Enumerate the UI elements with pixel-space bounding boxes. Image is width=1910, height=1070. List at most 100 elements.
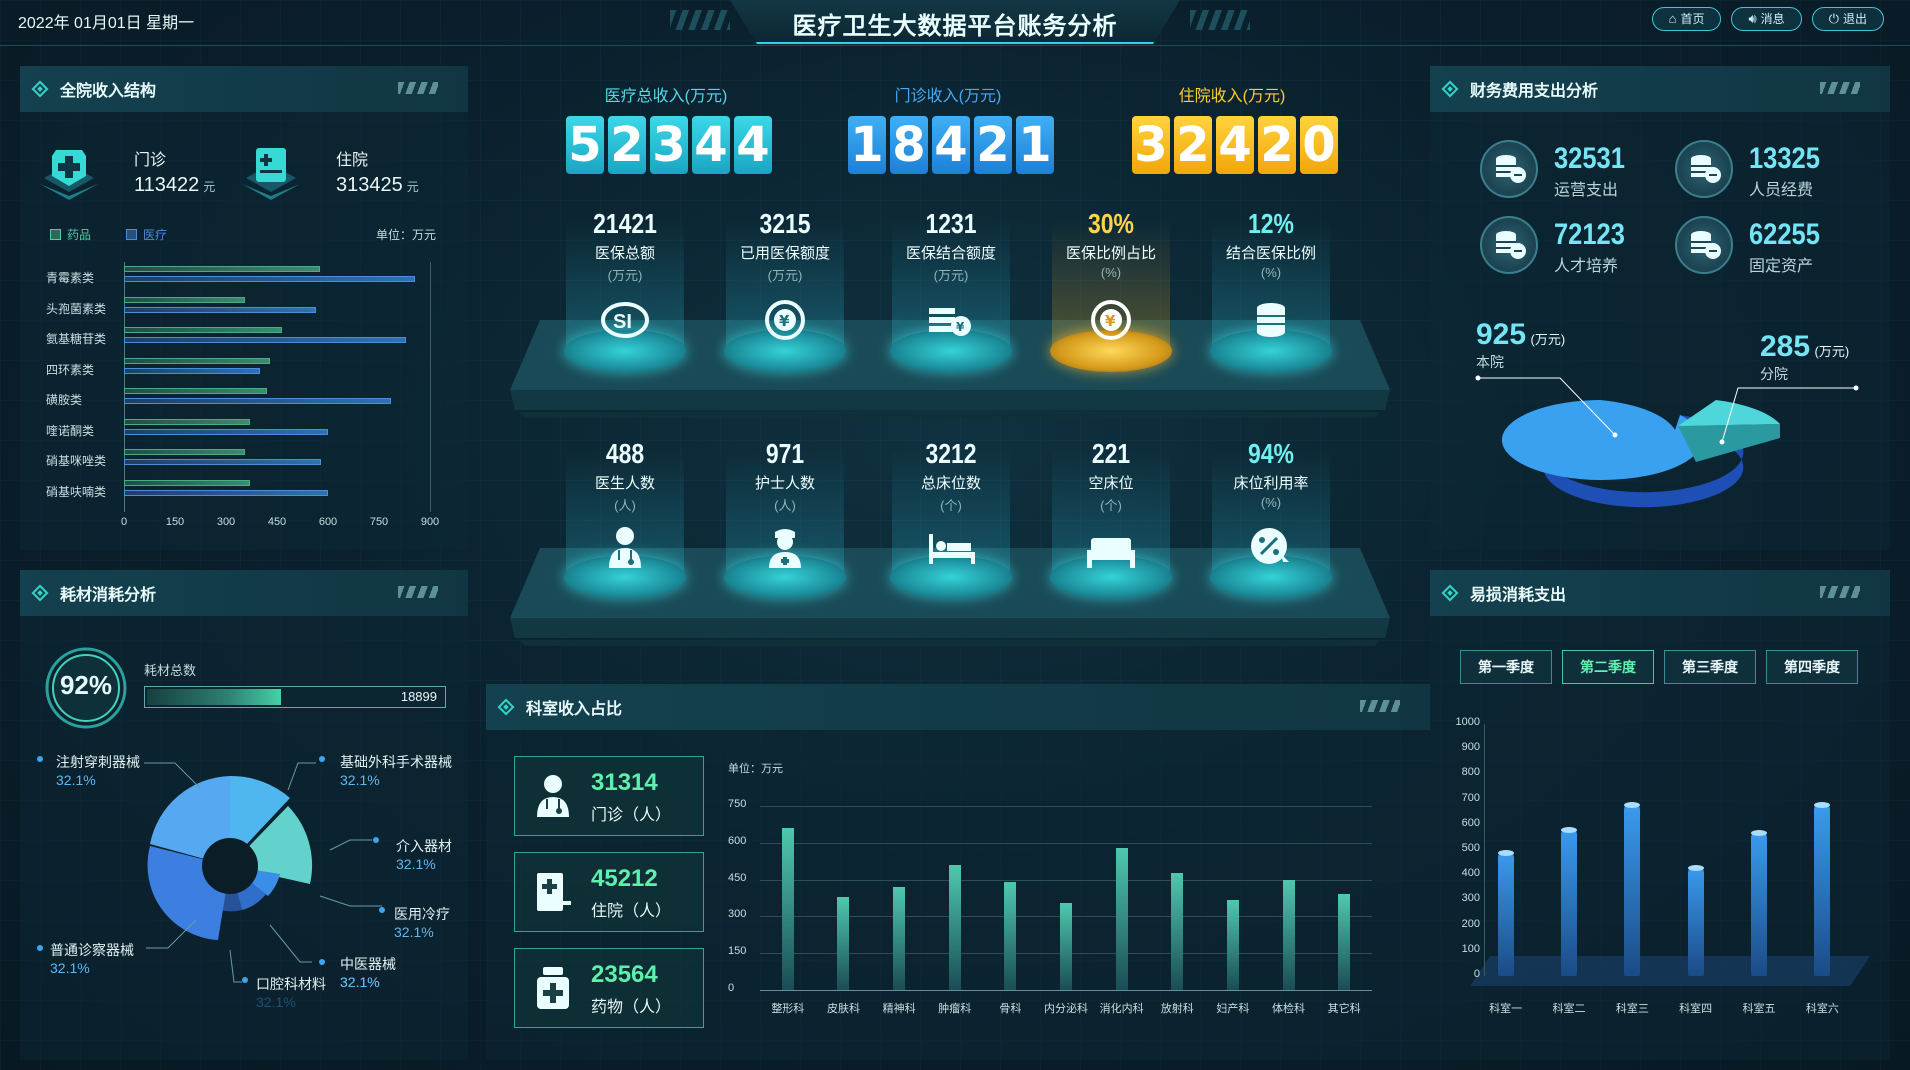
finance-title: 财务费用支出分析 bbox=[1430, 66, 1890, 112]
x-tick-label: 肿瘤科 bbox=[938, 1003, 972, 1015]
category-label: 喹诺酮类 bbox=[46, 423, 95, 438]
y-tick-label: 600 bbox=[1461, 816, 1480, 829]
logout-button[interactable]: ⏻ 退出 bbox=[1811, 7, 1884, 31]
tab-quarter-1[interactable]: 第一季度 bbox=[1460, 650, 1552, 684]
message-button[interactable]: 🔊︎ 消息 bbox=[1731, 7, 1802, 31]
empty-bed-icon bbox=[1087, 538, 1135, 568]
dept-card-label: 药物（人） bbox=[591, 999, 672, 1016]
stat-unit: (个) bbox=[940, 498, 962, 513]
slice-name: 口腔科材料 bbox=[256, 976, 326, 992]
slice-name: 普通诊察器械 bbox=[50, 942, 134, 958]
dept-bar bbox=[1115, 847, 1128, 990]
dept-card-value: 31314 bbox=[591, 769, 658, 796]
stat-value: 3212 bbox=[925, 438, 977, 469]
page-title: 医疗卫生大数据平台账务分析 bbox=[792, 13, 1118, 40]
digit-box: 3 bbox=[1132, 116, 1170, 174]
outpatient-value: 113422 元 bbox=[134, 174, 215, 197]
bar-medical bbox=[124, 367, 260, 374]
x-tick-label: 450 bbox=[267, 516, 287, 528]
tab-quarter-2[interactable]: 第二季度 bbox=[1562, 650, 1654, 684]
stat-unit: (%) bbox=[1260, 265, 1282, 280]
x-tick-label: 其它科 bbox=[1327, 1003, 1361, 1015]
finance-value: 72123 bbox=[1554, 218, 1625, 251]
outpatient-amount: 113422 bbox=[134, 174, 200, 196]
category-label: 头孢菌素类 bbox=[46, 301, 107, 316]
stat-value: 21421 bbox=[593, 208, 657, 239]
title-stripes bbox=[398, 82, 438, 94]
inpatient-amount: 313425 bbox=[336, 174, 403, 196]
outpatient-label: 门诊 bbox=[134, 152, 167, 169]
x-tick-label: 750 bbox=[369, 516, 389, 528]
header: 2022年 01月01日 星期一 医疗卫生大数据平台账务分析 ⌂ 首页 🔊︎ 消息 … bbox=[0, 0, 1910, 46]
x-tick-label: 150 bbox=[165, 516, 185, 528]
coin-stack-icon bbox=[1480, 140, 1538, 198]
y-tick-label: 400 bbox=[1461, 867, 1480, 880]
inpatient-income-label: 住院收入(万元) bbox=[1178, 88, 1286, 105]
stat-unit: (万元) bbox=[767, 268, 803, 283]
pie-main-value: 925 bbox=[1476, 318, 1527, 351]
dept-bar bbox=[948, 864, 961, 990]
finance-label: 固定资产 bbox=[1749, 258, 1814, 275]
category-label: 青霉素类 bbox=[46, 271, 95, 285]
x-tick-label: 0 bbox=[120, 516, 128, 528]
title-stripes bbox=[1820, 82, 1860, 94]
stat-unit: (%) bbox=[1100, 265, 1122, 280]
dept-bar bbox=[1282, 879, 1295, 990]
stat-value: 221 bbox=[1091, 438, 1131, 469]
dept-bar bbox=[1004, 882, 1017, 990]
y-tick-label: 450 bbox=[728, 871, 747, 884]
finance-value: 62255 bbox=[1749, 218, 1820, 251]
y-tick-label: 500 bbox=[1461, 842, 1480, 854]
x-tick-label: 整形科 bbox=[771, 1003, 805, 1015]
pie-label-main: 925 (万元) 本院 bbox=[1476, 318, 1565, 372]
doctor-icon bbox=[609, 527, 641, 568]
stat-row1: 30% 医保比例占比 (%) bbox=[1051, 208, 1171, 280]
x-tick-label: 300 bbox=[216, 516, 236, 528]
bar-drug bbox=[124, 266, 320, 272]
y-tick-label: 300 bbox=[1461, 892, 1480, 905]
dept-card-outpatient: 31314 门诊（人） bbox=[514, 756, 704, 836]
stat-label: 已用医保额度 bbox=[739, 245, 830, 262]
finance-label: 人才培养 bbox=[1554, 258, 1619, 275]
y-tick-label: 750 bbox=[728, 798, 747, 810]
clipboard-icon bbox=[537, 873, 571, 911]
perish-bar bbox=[1751, 829, 1767, 976]
dept-unit-label: 单位：万元 bbox=[728, 763, 783, 775]
income-structure-title-text: 全院收入结构 bbox=[60, 83, 157, 100]
income-structure-title: 全院收入结构 bbox=[20, 66, 468, 112]
svg-text:¥: ¥ bbox=[1105, 312, 1116, 330]
dept-card-inpatient: 45212 住院（人） bbox=[514, 852, 704, 932]
dept-bar bbox=[1171, 873, 1184, 990]
coin-stack-icon bbox=[1675, 216, 1733, 274]
legend-drug-label: 药品 bbox=[67, 228, 92, 242]
legend-medical-swatch bbox=[126, 229, 137, 240]
power-icon: ⏻ bbox=[1828, 11, 1839, 26]
stat-label: 空床位 bbox=[1088, 475, 1134, 492]
stat-row1: 21421 医保总额 (万元) bbox=[565, 208, 685, 284]
slice-label-examination: 普通诊察器械 32.1% bbox=[50, 940, 134, 976]
stat-unit: (人) bbox=[774, 498, 796, 513]
y-tick-label: 800 bbox=[1461, 766, 1480, 779]
digit-box: 4 bbox=[1216, 116, 1254, 174]
legend-drug: 药品 bbox=[50, 226, 91, 243]
perish-bar bbox=[1624, 802, 1641, 976]
perish-bar bbox=[1687, 865, 1704, 976]
category-label: 硝基咪唑类 bbox=[46, 454, 107, 468]
bar-drug bbox=[124, 296, 245, 303]
tab-quarter-4[interactable]: 第四季度 bbox=[1766, 650, 1858, 684]
y-axis-line bbox=[1484, 724, 1485, 976]
stat-label: 总床位数 bbox=[920, 475, 981, 492]
medicine-icon bbox=[537, 967, 569, 1009]
inpatient-income-digits: 32420 bbox=[1132, 116, 1338, 174]
home-button[interactable]: ⌂ 首页 bbox=[1651, 7, 1722, 31]
dept-bar bbox=[837, 896, 850, 990]
tab-quarter-3[interactable]: 第三季度 bbox=[1664, 650, 1756, 684]
bar-drug bbox=[124, 327, 283, 333]
yen-coin-icon: ¥ bbox=[765, 300, 805, 340]
stat-label: 医保总额 bbox=[594, 245, 655, 262]
pie-main-name: 本院 bbox=[1476, 354, 1504, 370]
stat-label: 医保结合额度 bbox=[905, 245, 996, 262]
finance-title-text: 财务费用支出分析 bbox=[1470, 83, 1599, 100]
stat-value: 488 bbox=[605, 438, 645, 469]
inpatient-value: 313425 元 bbox=[336, 174, 419, 197]
